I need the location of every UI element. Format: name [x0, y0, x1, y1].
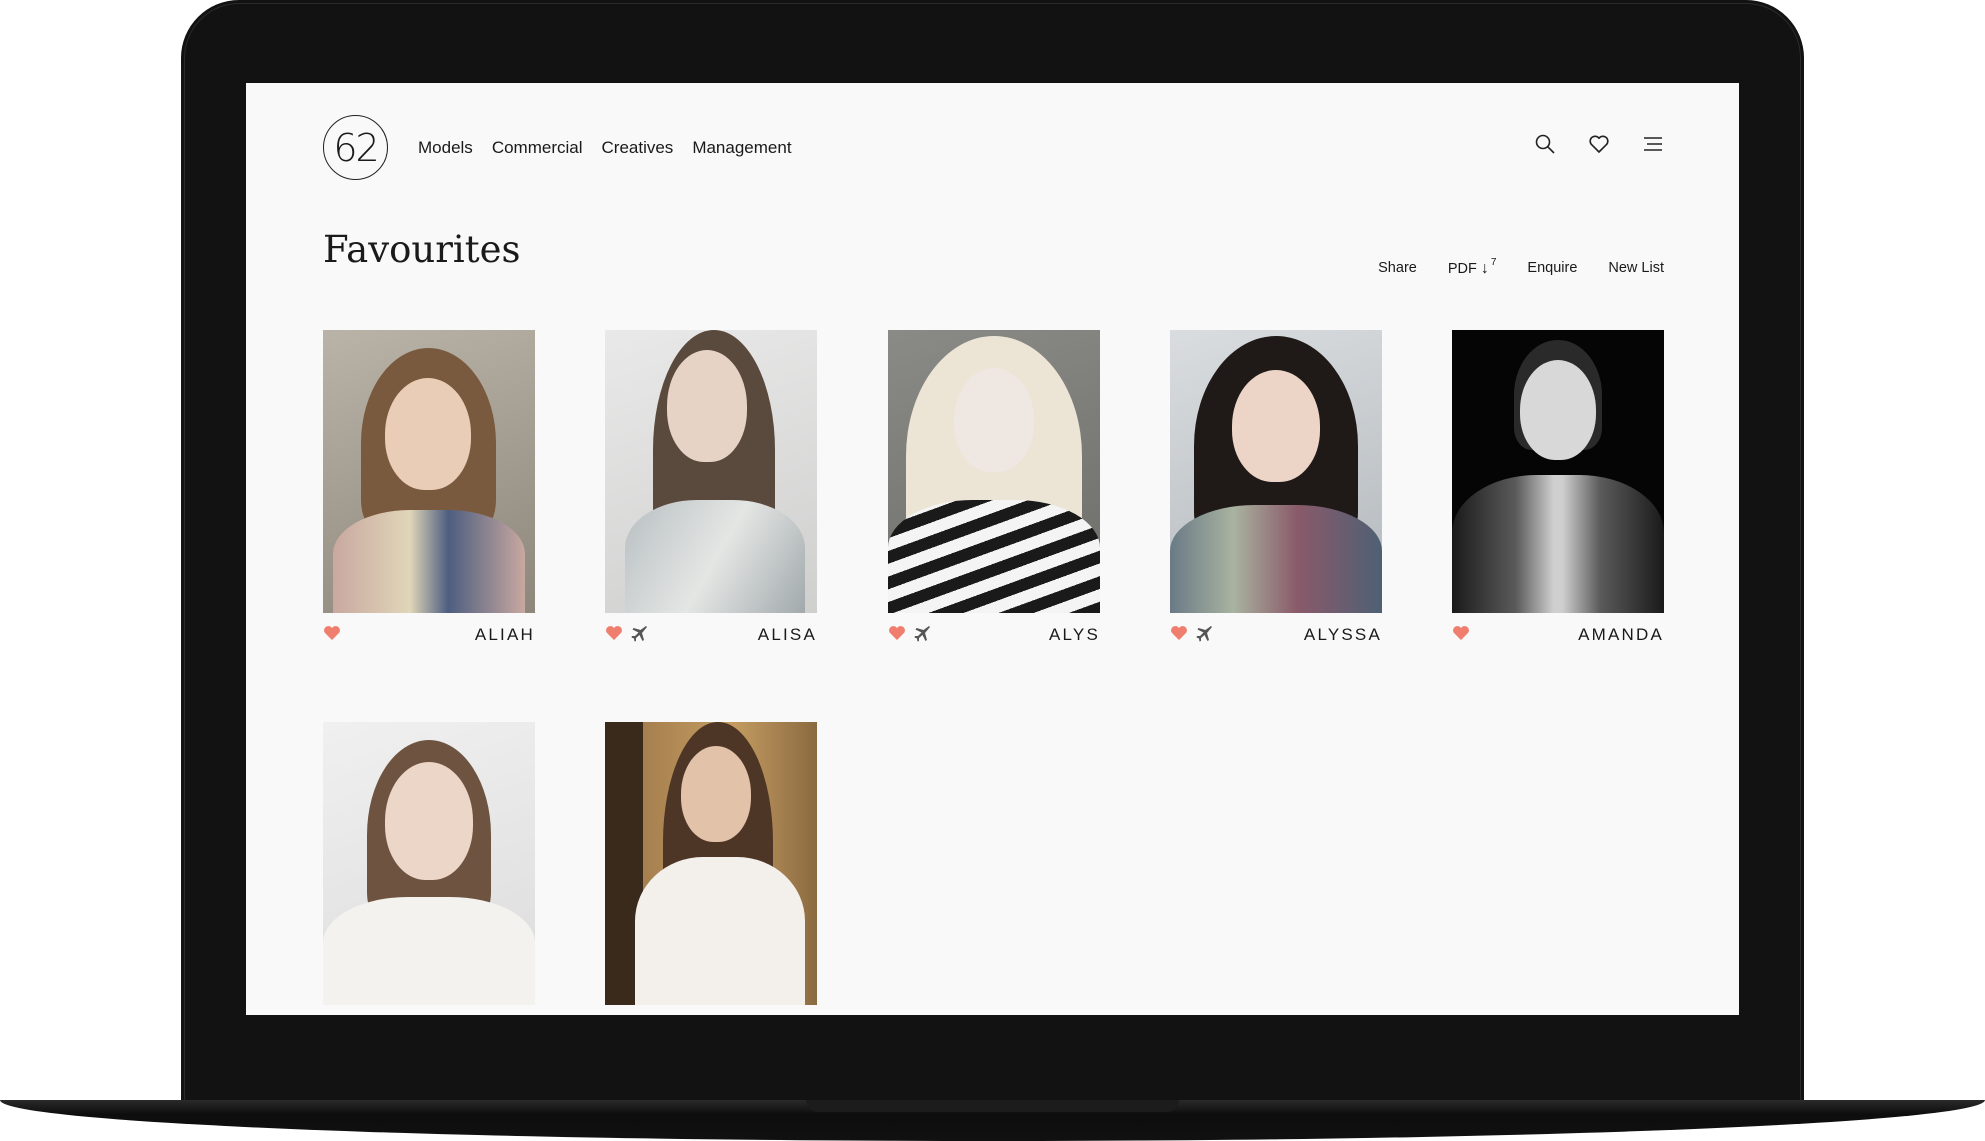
nav-item-commercial[interactable]: Commercial	[492, 138, 583, 158]
model-photo[interactable]	[323, 722, 535, 1005]
model-name[interactable]: ALISA	[758, 625, 817, 645]
model-name[interactable]: AMANDA	[1578, 625, 1664, 645]
model-card: ALISA	[605, 330, 817, 653]
search-icon[interactable]	[1534, 133, 1556, 155]
nav-item-creatives[interactable]: Creatives	[602, 138, 674, 158]
model-meta: ALISA	[605, 623, 817, 653]
heart-icon[interactable]	[888, 625, 906, 641]
model-name[interactable]: ALYS	[1049, 625, 1100, 645]
heart-icon[interactable]	[1170, 625, 1188, 641]
nav-item-management[interactable]: Management	[692, 138, 791, 158]
model-name[interactable]: ALIAH	[475, 625, 535, 645]
page-title: Favourites	[323, 228, 521, 271]
header-icons	[1534, 133, 1664, 155]
model-meta: ALYSSA	[1170, 623, 1382, 653]
model-photo[interactable]	[888, 330, 1100, 613]
new-list-button[interactable]: New List	[1608, 260, 1664, 276]
model-card: ALIAH	[323, 330, 535, 653]
model-card: ALYS	[888, 330, 1100, 653]
model-card: AMANDA	[1452, 330, 1664, 653]
model-photo[interactable]	[1170, 330, 1382, 613]
plane-icon[interactable]	[631, 625, 649, 643]
model-card	[605, 722, 817, 1005]
enquire-button[interactable]: Enquire	[1527, 260, 1577, 276]
menu-icon[interactable]	[1642, 133, 1664, 155]
model-card	[323, 722, 535, 1005]
main-nav: Models Commercial Creatives Management	[418, 138, 792, 158]
site-header: 62 Models Commercial Creatives Managemen…	[323, 115, 1664, 185]
browser-screen: 62 Models Commercial Creatives Managemen…	[246, 83, 1739, 1015]
brand-logo[interactable]: 62	[323, 115, 388, 180]
model-photo[interactable]	[605, 722, 817, 1005]
model-meta: AMANDA	[1452, 623, 1664, 653]
model-card: ALYSSA	[1170, 330, 1382, 653]
pdf-count: 7	[1490, 257, 1497, 268]
heart-icon[interactable]	[323, 625, 341, 641]
plane-icon[interactable]	[1196, 625, 1214, 643]
share-button[interactable]: Share	[1378, 260, 1417, 276]
list-actions: Share PDF ↓ 7 Enquire New List	[1378, 257, 1664, 278]
download-arrow-icon: ↓	[1480, 260, 1489, 277]
laptop-notch	[806, 1100, 1179, 1112]
model-meta: ALYS	[888, 623, 1100, 653]
heart-icon[interactable]	[1452, 625, 1470, 641]
model-meta: ALIAH	[323, 623, 535, 653]
model-photo[interactable]	[605, 330, 817, 613]
heart-icon[interactable]	[605, 625, 623, 641]
model-name[interactable]: ALYSSA	[1304, 625, 1382, 645]
plane-icon[interactable]	[914, 625, 932, 643]
nav-item-models[interactable]: Models	[418, 138, 473, 158]
heart-icon[interactable]	[1588, 133, 1610, 155]
pdf-label: PDF	[1447, 261, 1477, 277]
pdf-button[interactable]: PDF ↓ 7	[1447, 257, 1497, 278]
model-photo[interactable]	[1452, 330, 1664, 613]
model-photo[interactable]	[323, 330, 535, 613]
